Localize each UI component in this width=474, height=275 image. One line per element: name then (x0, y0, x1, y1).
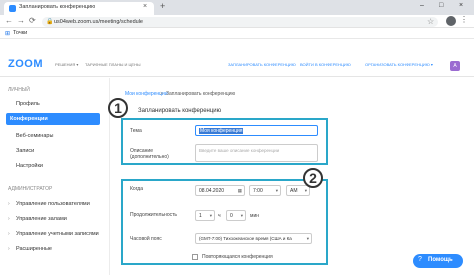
time-select[interactable]: 7:00 ▾ (249, 185, 281, 196)
topic-field[interactable]: Моя конференция (195, 125, 318, 136)
hours-unit: ч (218, 213, 221, 219)
url-text: us04web.zoom.us/meeting/schedule (54, 19, 143, 25)
user-avatar[interactable]: A (450, 61, 460, 71)
topic-label: Тема (130, 128, 142, 134)
chevron-right-icon: › (8, 201, 10, 207)
join-meeting-link[interactable]: ВОЙТИ В КОНФЕРЕНЦИЮ (300, 62, 351, 67)
sidebar-item-webinars[interactable]: Веб-семинары (16, 133, 53, 139)
browser-menu-icon[interactable]: ⋮ (460, 15, 468, 24)
hours-value: 1 (199, 213, 202, 219)
step-badge-2: 2 (303, 168, 323, 188)
timezone-select[interactable]: (GMT-7:00) Тихоокеанское время (США и Ка… (195, 233, 312, 244)
main-content: Мои конференции > Запланировать конферен… (108, 78, 474, 275)
description-label: Описание (дополнительно) (130, 148, 169, 160)
breadcrumb-current: Запланировать конференцию (166, 91, 236, 97)
page-title: Запланировать конференцию (138, 108, 222, 114)
apps-grid-icon[interactable]: ⊞ (5, 30, 10, 37)
back-button[interactable]: ← (5, 16, 13, 25)
sidebar-section-personal: ЛИЧНЫЙ (8, 87, 30, 93)
maximize-button[interactable]: □ (439, 2, 443, 9)
hours-select[interactable]: 1 ▾ (195, 210, 215, 221)
sidebar-item-advanced[interactable]: Расширенные (16, 246, 52, 252)
minutes-select[interactable]: 0 ▾ (226, 210, 246, 221)
reload-button[interactable]: ⟳ (29, 16, 36, 25)
sidebar-item-user-management[interactable]: Управление пользователями (16, 201, 90, 207)
recurring-checkbox[interactable] (192, 254, 198, 260)
url-field[interactable]: 🔒 us04web.zoom.us/meeting/schedule ☆ (42, 17, 438, 27)
time-value: 7:00 (253, 188, 263, 194)
host-meeting-link[interactable]: ОРГАНИЗОВАТЬ КОНФЕРЕНЦИЮ ▾ (365, 62, 433, 67)
nav-solutions[interactable]: РЕШЕНИЯ ▾ (55, 62, 78, 67)
browser-tab-bar: Запланировать конференцию × + – □ × (0, 0, 474, 15)
date-value: 08.04.2020 (199, 188, 225, 194)
sidebar-item-settings[interactable]: Настройки (16, 163, 43, 169)
step-badge-1: 1 (108, 98, 128, 118)
help-icon: ? (418, 256, 422, 263)
when-label: Когда (130, 186, 143, 192)
minutes-unit: мин (250, 213, 259, 219)
sidebar-item-meetings-label: Конференции (10, 116, 48, 122)
zoom-header: ZOOM РЕШЕНИЯ ▾ ТАРИФНЫЕ ПЛАНЫ И ЦЕНЫ ЗАП… (0, 55, 474, 77)
address-bar: ← → ⟳ 🔒 us04web.zoom.us/meeting/schedule… (0, 15, 474, 28)
bookmark-apps-label[interactable]: Точки (13, 30, 27, 36)
chevron-right-icon: › (8, 216, 10, 222)
ampm-value: AM (290, 188, 298, 194)
bookmarks-bar: ⊞ Точки (0, 28, 474, 39)
close-window-button[interactable]: × (459, 2, 463, 9)
chevron-right-icon: › (8, 231, 10, 237)
sidebar-item-account-management[interactable]: Управление учетными записями (16, 231, 99, 237)
ampm-select[interactable]: AM ▾ (286, 185, 310, 196)
tab-title: Запланировать конференцию (19, 4, 96, 10)
chevron-down-icon: ▾ (275, 188, 278, 193)
sidebar-item-profile[interactable]: Профиль (16, 101, 40, 107)
sidebar: ЛИЧНЫЙ Профиль Конференции Веб-семинары … (0, 78, 110, 275)
browser-profile-avatar[interactable] (446, 16, 456, 26)
screen: Запланировать конференцию × + – □ × ← → … (0, 0, 474, 275)
lock-icon: 🔒 (46, 19, 54, 25)
topic-value: Моя конференция (199, 128, 244, 134)
minutes-value: 0 (230, 213, 233, 219)
chevron-down-icon: ▾ (306, 236, 309, 241)
forward-button[interactable]: → (17, 16, 25, 25)
new-tab-button[interactable]: + (160, 1, 165, 11)
bookmark-star-icon[interactable]: ☆ (427, 17, 434, 26)
breadcrumb-separator: > (160, 91, 163, 97)
schedule-meeting-link[interactable]: ЗАПЛАНИРОВАТЬ КОНФЕРЕНЦИЮ (228, 62, 296, 67)
sidebar-item-recordings[interactable]: Записи (16, 148, 34, 154)
help-label: Помощь (428, 257, 453, 263)
browser-tab[interactable]: Запланировать конференцию × (4, 2, 154, 15)
timezone-value: (GMT-7:00) Тихоокеанское время (США и Ка (199, 236, 292, 241)
chevron-right-icon: › (8, 246, 10, 252)
nav-pricing[interactable]: ТАРИФНЫЕ ПЛАНЫ И ЦЕНЫ (85, 62, 141, 67)
chevron-down-icon: ▾ (304, 188, 307, 193)
sidebar-section-admin: АДМИНИСТРАТОР (8, 186, 53, 192)
minimize-button[interactable]: – (420, 2, 424, 9)
zoom-favicon-icon (9, 5, 16, 12)
description-placeholder: Введите ваше описание конференции (199, 148, 280, 153)
tab-close-icon[interactable]: × (143, 3, 147, 10)
timezone-label: Часовой пояс (130, 236, 162, 242)
recurring-label[interactable]: Повторяющаяся конференция (202, 254, 273, 260)
chevron-down-icon: ▾ (209, 213, 212, 218)
chevron-down-icon: ▾ (240, 213, 243, 218)
zoom-logo[interactable]: ZOOM (8, 58, 43, 70)
sidebar-item-room-management[interactable]: Управление залами (16, 216, 67, 222)
description-field[interactable]: Введите ваше описание конференции (195, 144, 318, 162)
help-button[interactable]: ? Помощь (413, 254, 463, 268)
duration-label: Продолжительность (130, 212, 177, 218)
date-picker[interactable]: 08.04.2020 ▦ (195, 185, 245, 196)
calendar-icon: ▦ (237, 188, 242, 193)
